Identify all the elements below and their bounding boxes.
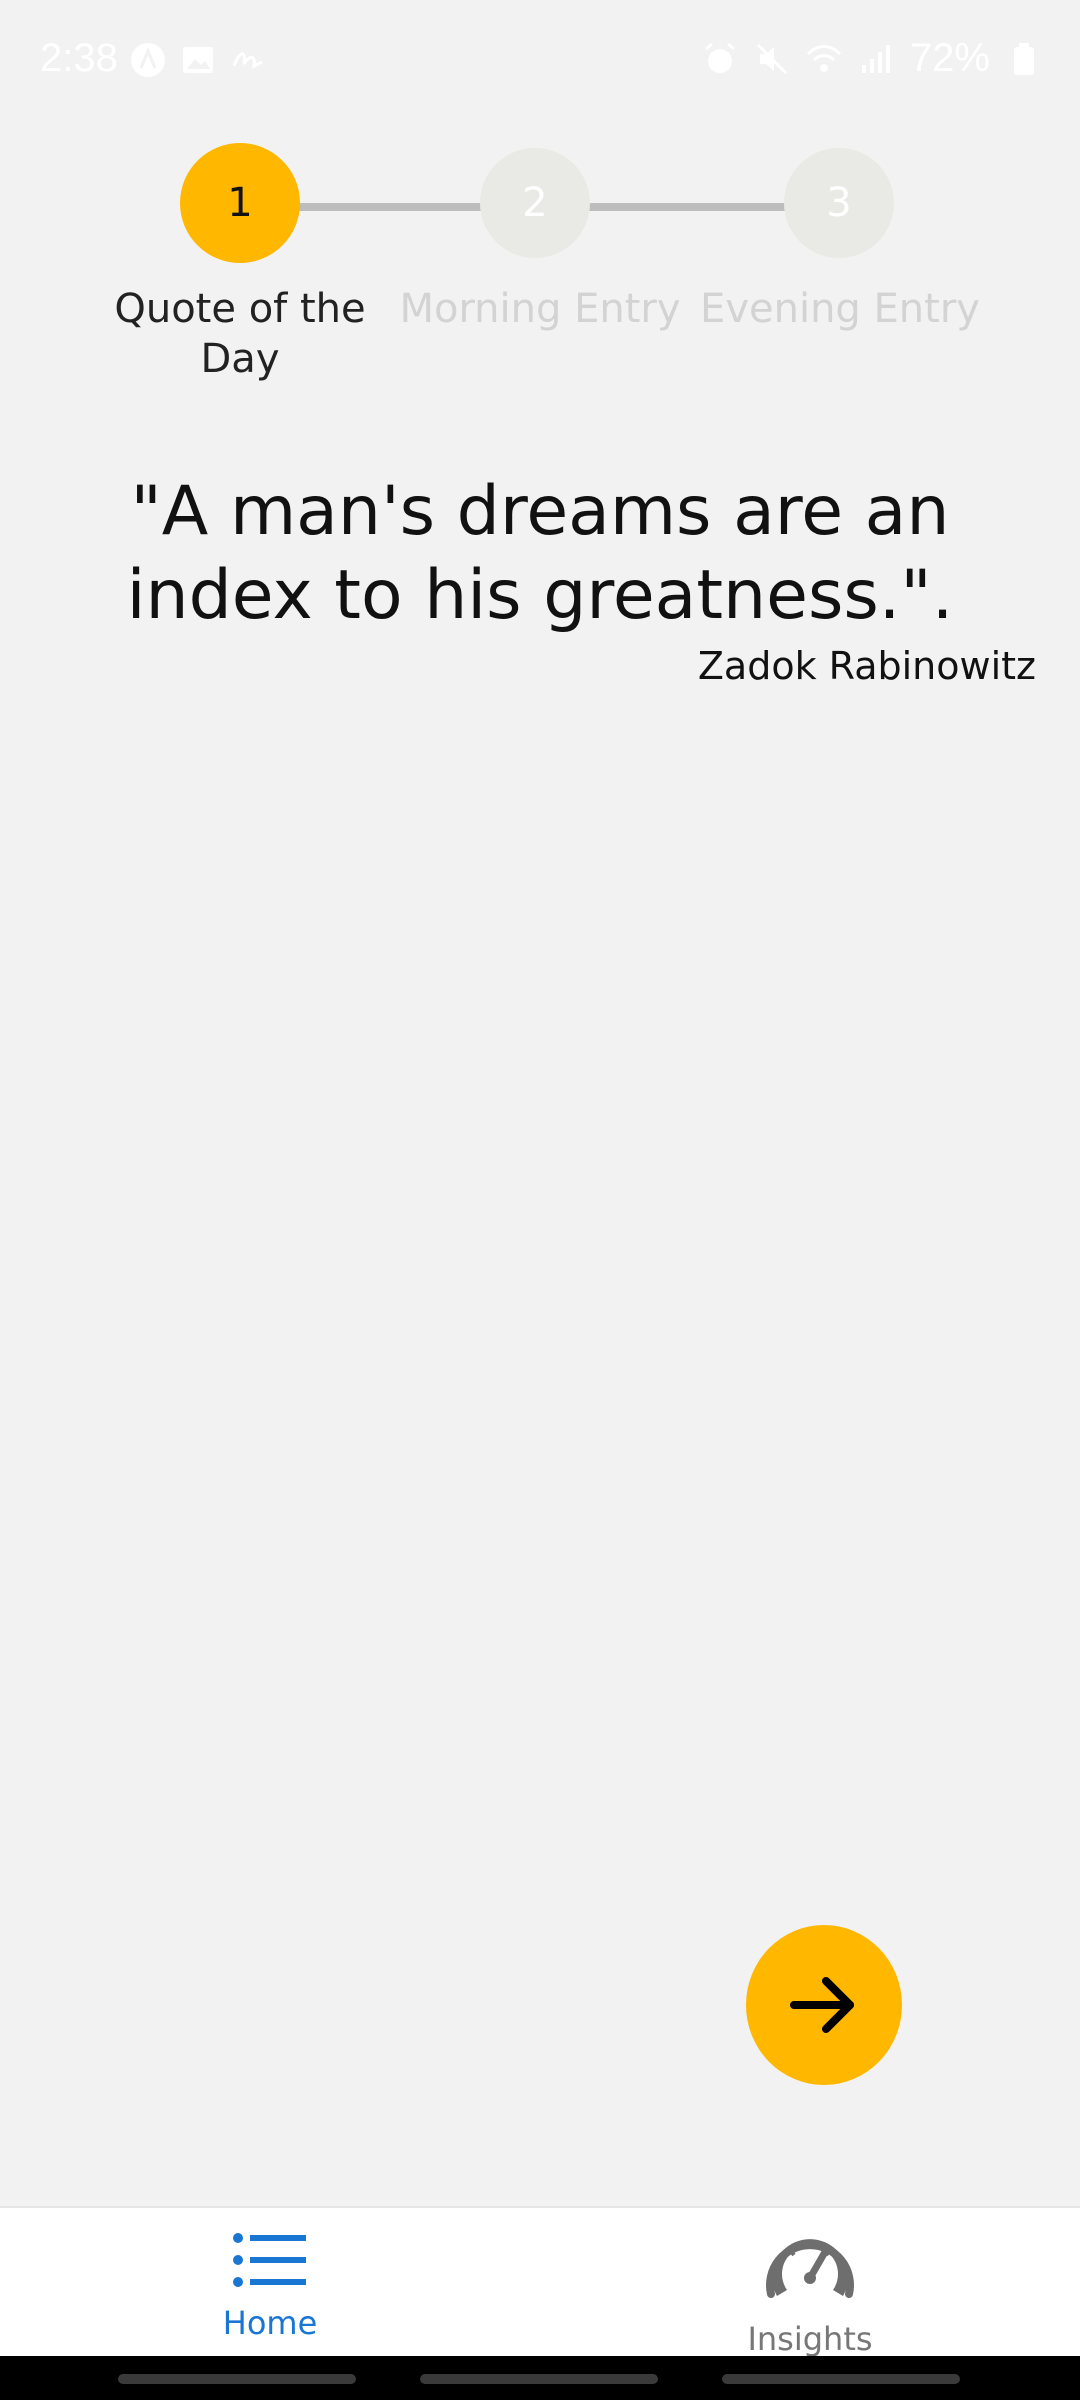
back-handle[interactable] [722,2374,960,2384]
step-2-number: 2 [522,180,548,226]
speedometer-icon [766,2239,854,2298]
step-connector [586,203,792,211]
home-handle[interactable] [420,2374,658,2384]
step-connector [298,203,498,211]
recents-handle[interactable] [118,2374,356,2384]
bottom-navigation: Home Insights [0,2206,1080,2358]
arrow-right-icon [790,1977,854,2033]
step-3-label: Evening Entry [700,286,980,332]
step-1-label: Quote of the Day [114,286,366,382]
progress-stepper: 1 2 3 Quote of the Day Morning Entry Eve… [0,0,1080,382]
list-icon [233,2233,306,2287]
step-3-circle[interactable]: 3 [784,148,894,258]
quote-text: "A man's dreams are an index to his grea… [126,472,954,635]
quote-author: Zadok Rabinowitz [697,644,1036,688]
nav-insights-label: Insights [747,2320,873,2358]
step-2-label: Morning Entry [399,286,681,332]
nav-home-label: Home [222,2304,318,2342]
system-navigation-bar [0,2356,1080,2400]
nav-home[interactable]: Home [120,2230,420,2342]
step-1-number: 1 [227,180,253,226]
step-2-circle[interactable]: 2 [480,148,590,258]
step-1-circle[interactable]: 1 [180,143,300,263]
next-button[interactable] [746,1925,902,2085]
nav-insights[interactable]: Insights [660,2230,960,2358]
step-3-number: 3 [826,180,852,226]
